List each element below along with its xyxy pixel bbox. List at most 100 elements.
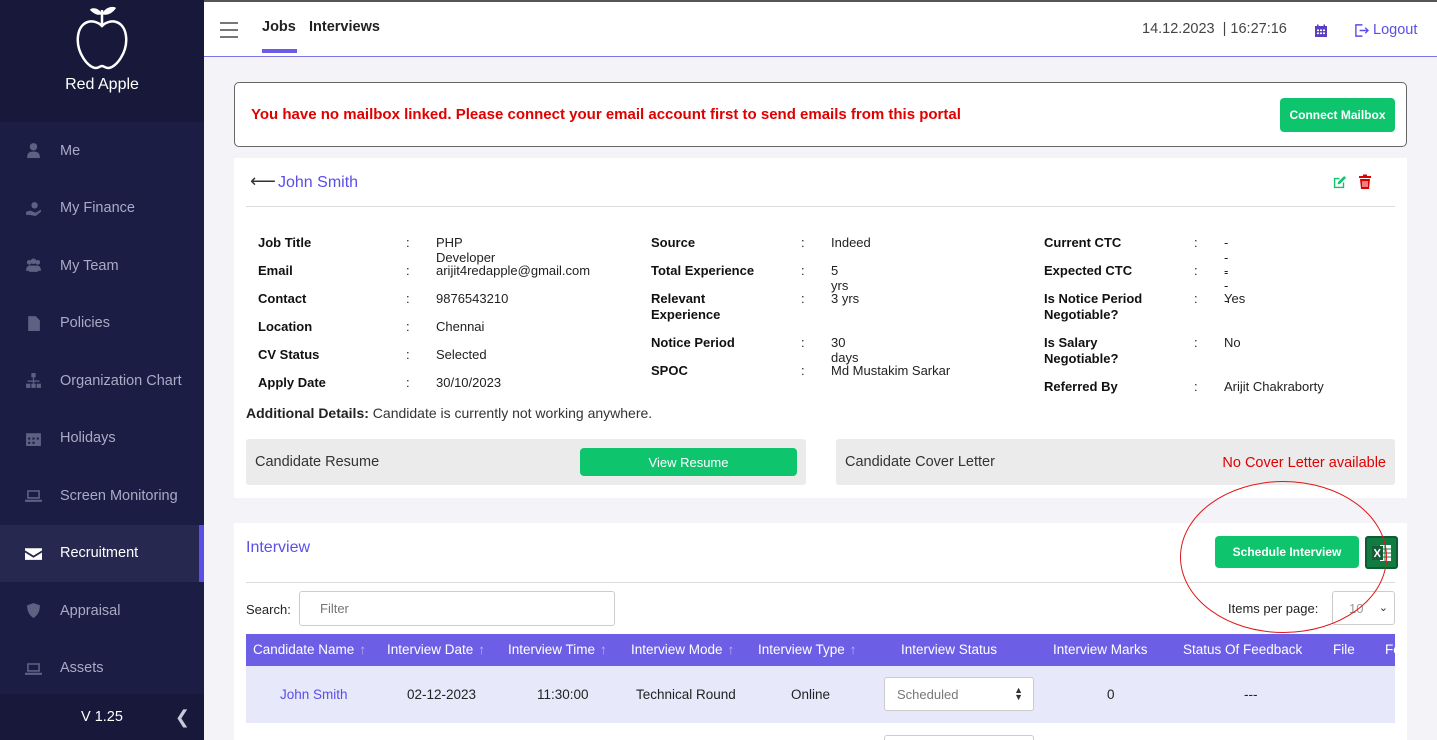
table-row <box>246 723 1395 740</box>
cover-letter-box: Candidate Cover Letter No Cover Letter a… <box>836 439 1395 485</box>
excel-export-icon[interactable] <box>1365 536 1398 569</box>
sidebar-item-label: My Finance <box>60 200 135 217</box>
sort-arrow-icon: ↑ <box>600 642 607 657</box>
info-value: 3 yrs <box>831 291 860 306</box>
info-value: No <box>1224 335 1241 350</box>
apple-logo-icon <box>76 6 128 70</box>
info-referred-by: Referred By: Arijit Chakraborty <box>1044 379 1324 394</box>
sidebar-item-me[interactable]: Me <box>0 122 204 180</box>
sidebar-item-label: Appraisal <box>60 602 121 619</box>
sidebar-item-my-team[interactable]: My Team <box>0 237 204 295</box>
brand[interactable]: Red Apple <box>0 0 204 122</box>
column-label: Candidate Name <box>253 642 355 657</box>
user-icon <box>24 142 42 160</box>
sidebar-nav: Me My Finance My Team Policies Organizat… <box>0 122 204 697</box>
sidebar-item-screen-monitoring[interactable]: Screen Monitoring <box>0 467 204 525</box>
finance-icon <box>24 199 42 217</box>
edit-icon[interactable] <box>1332 175 1347 190</box>
cell-interview-marks: 0 <box>1107 687 1115 702</box>
topbar: Jobs Interviews 14.12.2023 | 16:27:16 Lo… <box>204 0 1437 57</box>
sidebar-item-label: Assets <box>60 660 104 677</box>
connect-mailbox-button[interactable]: Connect Mailbox <box>1280 98 1395 132</box>
info-contact: Contact:9876543210 <box>258 291 509 306</box>
info-label: Notice Period <box>651 335 735 350</box>
info-value: Indeed <box>831 235 871 250</box>
select-arrows-icon: ▲ ▼ <box>1014 685 1023 702</box>
team-icon <box>24 257 42 275</box>
version-label: V 1.25 <box>81 709 123 725</box>
sort-arrow-icon: ↑ <box>727 642 735 657</box>
menu-icon[interactable] <box>220 22 238 43</box>
calendar-icon[interactable] <box>1314 24 1328 38</box>
brand-name: Red Apple <box>65 76 139 93</box>
column-header-candidate-name[interactable]: Candidate Name ↑ <box>253 642 366 657</box>
info-cv-status: CV Status: Selected <box>258 347 487 362</box>
column-header-interview-date[interactable]: Interview Date ↑ <box>387 642 485 657</box>
delete-icon[interactable] <box>1358 174 1372 190</box>
shield-icon <box>24 602 42 620</box>
laptop-icon <box>24 487 42 505</box>
tab-jobs[interactable]: Jobs <box>262 19 297 53</box>
interview-status-select[interactable] <box>884 735 1034 740</box>
candidate-card: ⟵ John Smith Job Title: PHP Developer Ema… <box>234 158 1407 498</box>
column-header-interview-time[interactable]: Interview Time ↑ <box>508 642 607 657</box>
sidebar-item-organization-chart[interactable]: Organization Chart <box>0 352 204 410</box>
sidebar-item-my-finance[interactable]: My Finance <box>0 180 204 238</box>
info-apply-date: Apply Date:30/10/2023 <box>258 375 502 390</box>
info-value: PHP Developer <box>436 235 496 265</box>
info-label: Relevant Experience <box>651 291 721 322</box>
info-total-experience: Total Experience:5 yrs <box>651 263 849 293</box>
filter-input[interactable] <box>299 591 615 626</box>
info-value: Arijit Chakraborty <box>1224 379 1324 394</box>
sidebar-item-label: Holidays <box>60 430 116 447</box>
sidebar-item-label: Policies <box>60 315 110 332</box>
cover-letter-label: Candidate Cover Letter <box>845 454 995 470</box>
table-row: John Smith 02-12-2023 11:30:00 Technical… <box>246 666 1395 723</box>
info-source: Source: Indeed <box>651 235 871 250</box>
view-resume-button[interactable]: View Resume <box>580 448 797 476</box>
sidebar-item-holidays[interactable]: Holidays <box>0 410 204 468</box>
collapse-sidebar-icon[interactable]: ❮ <box>175 707 190 728</box>
info-value: 30 days <box>831 335 859 365</box>
sidebar-item-policies[interactable]: Policies <box>0 295 204 353</box>
back-arrow-icon[interactable]: ⟵ <box>250 171 276 192</box>
items-per-page-select[interactable]: 10 ⌄ <box>1332 591 1395 625</box>
cell-interview-type: Online <box>791 687 831 702</box>
info-notice-negotiable: Is Notice Period Negotiable?: Yes <box>1044 291 1246 322</box>
chevron-down-icon: ⌄ <box>1378 602 1388 614</box>
info-current-ctc: Current CTC: --- <box>1044 235 1229 280</box>
info-label: Is Salary Negotiable? <box>1044 335 1119 366</box>
sidebar-item-recruitment[interactable]: Recruitment <box>0 524 204 582</box>
sidebar-item-appraisal[interactable]: Appraisal <box>0 582 204 640</box>
info-value: 5 yrs <box>831 263 849 293</box>
sort-arrow-icon: ↑ <box>849 642 857 657</box>
sidebar-item-label: Organization Chart <box>60 372 182 389</box>
info-value: 9876543210 <box>436 291 509 306</box>
tab-interviews[interactable]: Interviews <box>309 19 380 35</box>
sort-arrow-icon: ↑ <box>359 642 367 657</box>
cover-letter-status: No Cover Letter available <box>1222 455 1386 471</box>
envelope-icon <box>24 544 42 562</box>
info-label: Is Notice Period Negotiable? <box>1044 291 1143 322</box>
sidebar-item-assets[interactable]: Assets <box>0 640 204 698</box>
items-per-page-value: 10 <box>1349 600 1364 616</box>
info-label: Email <box>258 263 293 278</box>
cell-status-of-feedback: --- <box>1244 687 1258 702</box>
info-relevant-experience: Relevant Experience:3 yrs <box>651 291 859 323</box>
cell-candidate-name[interactable]: John Smith <box>280 687 348 702</box>
column-label: Interview Type <box>758 642 845 657</box>
info-email: Email: arijit4redapple@gmail.com <box>258 263 591 278</box>
status-value: Scheduled <box>897 686 959 702</box>
schedule-interview-button[interactable]: Schedule Interview <box>1215 536 1359 568</box>
cell-interview-time: 11:30:00 <box>537 687 589 702</box>
info-spoc: SPOC: Md Mustakim Sarkar <box>651 363 951 378</box>
logout-link[interactable]: Logout <box>1354 22 1417 38</box>
laptop-icon <box>24 659 42 677</box>
column-header-interview-mode[interactable]: Interview Mode ↑ <box>631 642 734 657</box>
interview-status-select[interactable]: Scheduled ▲ ▼ <box>884 677 1034 711</box>
logout-icon <box>1355 23 1369 37</box>
info-label: Expected CTC <box>1044 263 1133 278</box>
resume-label: Candidate Resume <box>255 454 380 470</box>
alert-message: You have no mailbox linked. Please conne… <box>251 106 961 123</box>
column-header-interview-type[interactable]: Interview Type ↑ <box>758 642 857 657</box>
